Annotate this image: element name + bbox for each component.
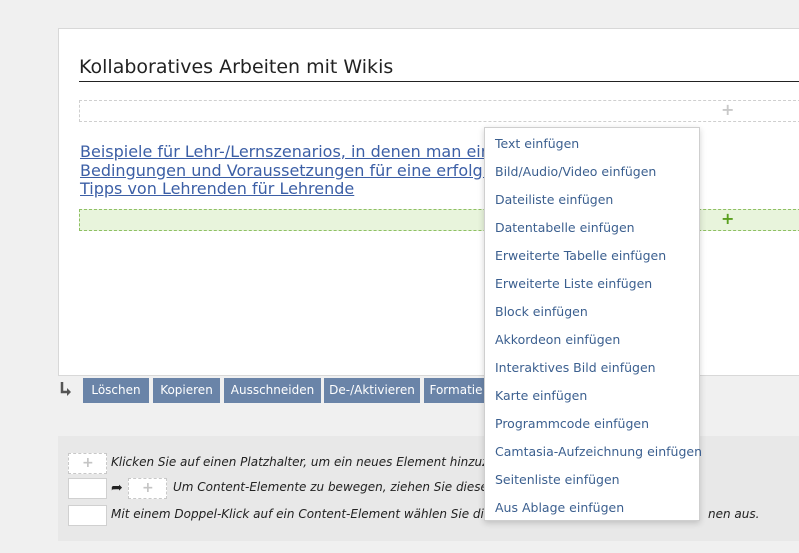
format-button[interactable]: Formatie	[424, 378, 488, 403]
menu-item-data-table[interactable]: Datentabelle einfügen	[495, 220, 635, 235]
help-placeholder-sample-2: +	[128, 478, 167, 499]
help-text-select: Mit einem Doppel-Klick auf ein Content-E…	[111, 507, 520, 521]
link-lehr-lernszenarios[interactable]: Beispiele für Lehr-/Lernszenarios, in de…	[80, 142, 499, 162]
link-bedingungen-voraussetzungen[interactable]: Bedingungen und Voraussetzungen für eine…	[80, 161, 499, 181]
help-text-select-tail: nen aus.	[708, 507, 760, 521]
menu-item-camtasia[interactable]: Camtasia-Aufzeichnung einfügen	[495, 444, 702, 459]
link-tipps-lehrende[interactable]: Tipps von Lehrenden für Lehrende	[80, 179, 499, 199]
add-plus-icon-active[interactable]: +	[721, 211, 734, 227]
menu-item-interactive-image[interactable]: Interaktives Bild einfügen	[495, 360, 656, 375]
menu-item-page-list[interactable]: Seitenliste einfügen	[495, 472, 620, 487]
menu-item-file-list[interactable]: Dateiliste einfügen	[495, 192, 613, 207]
menu-item-text[interactable]: Text einfügen	[495, 136, 579, 151]
cut-button[interactable]: Ausschneiden	[224, 378, 321, 403]
plus-icon: +	[142, 480, 154, 496]
help-placeholder-sample: +	[68, 453, 107, 474]
move-arrow-icon: ➦	[111, 480, 123, 496]
help-text-move: Um Content-Elemente zu bewegen, ziehen S…	[173, 480, 523, 494]
delete-button[interactable]: Löschen	[83, 378, 149, 403]
plus-icon: +	[82, 455, 94, 471]
menu-item-advanced-table[interactable]: Erweiterte Tabelle einfügen	[495, 248, 666, 263]
link-list: Beispiele für Lehr-/Lernszenarios, in de…	[80, 142, 499, 199]
help-element-sample-2	[68, 505, 107, 526]
help-element-sample	[68, 478, 107, 499]
copy-button[interactable]: Kopieren	[153, 378, 220, 403]
menu-item-advanced-list[interactable]: Erweiterte Liste einfügen	[495, 276, 652, 291]
menu-item-accordion[interactable]: Akkordeon einfügen	[495, 332, 620, 347]
help-text-add: Klicken Sie auf einen Platzhalter, um ei…	[111, 455, 523, 469]
menu-item-paste[interactable]: Aus Ablage einfügen	[495, 500, 624, 515]
insert-placeholder-top[interactable]: +	[79, 100, 799, 122]
menu-item-code[interactable]: Programmcode einfügen	[495, 416, 649, 431]
menu-item-media[interactable]: Bild/Audio/Video einfügen	[495, 164, 656, 179]
menu-item-block[interactable]: Block einfügen	[495, 304, 588, 319]
page-title: Kollaboratives Arbeiten mit Wikis	[79, 55, 799, 82]
corner-arrow-icon	[60, 382, 71, 396]
menu-item-map[interactable]: Karte einfügen	[495, 388, 587, 403]
add-plus-icon[interactable]: +	[721, 102, 734, 118]
insert-element-menu: Text einfügen Bild/Audio/Video einfügen …	[484, 127, 702, 521]
toggle-active-button[interactable]: De-/Aktivieren	[324, 378, 420, 403]
